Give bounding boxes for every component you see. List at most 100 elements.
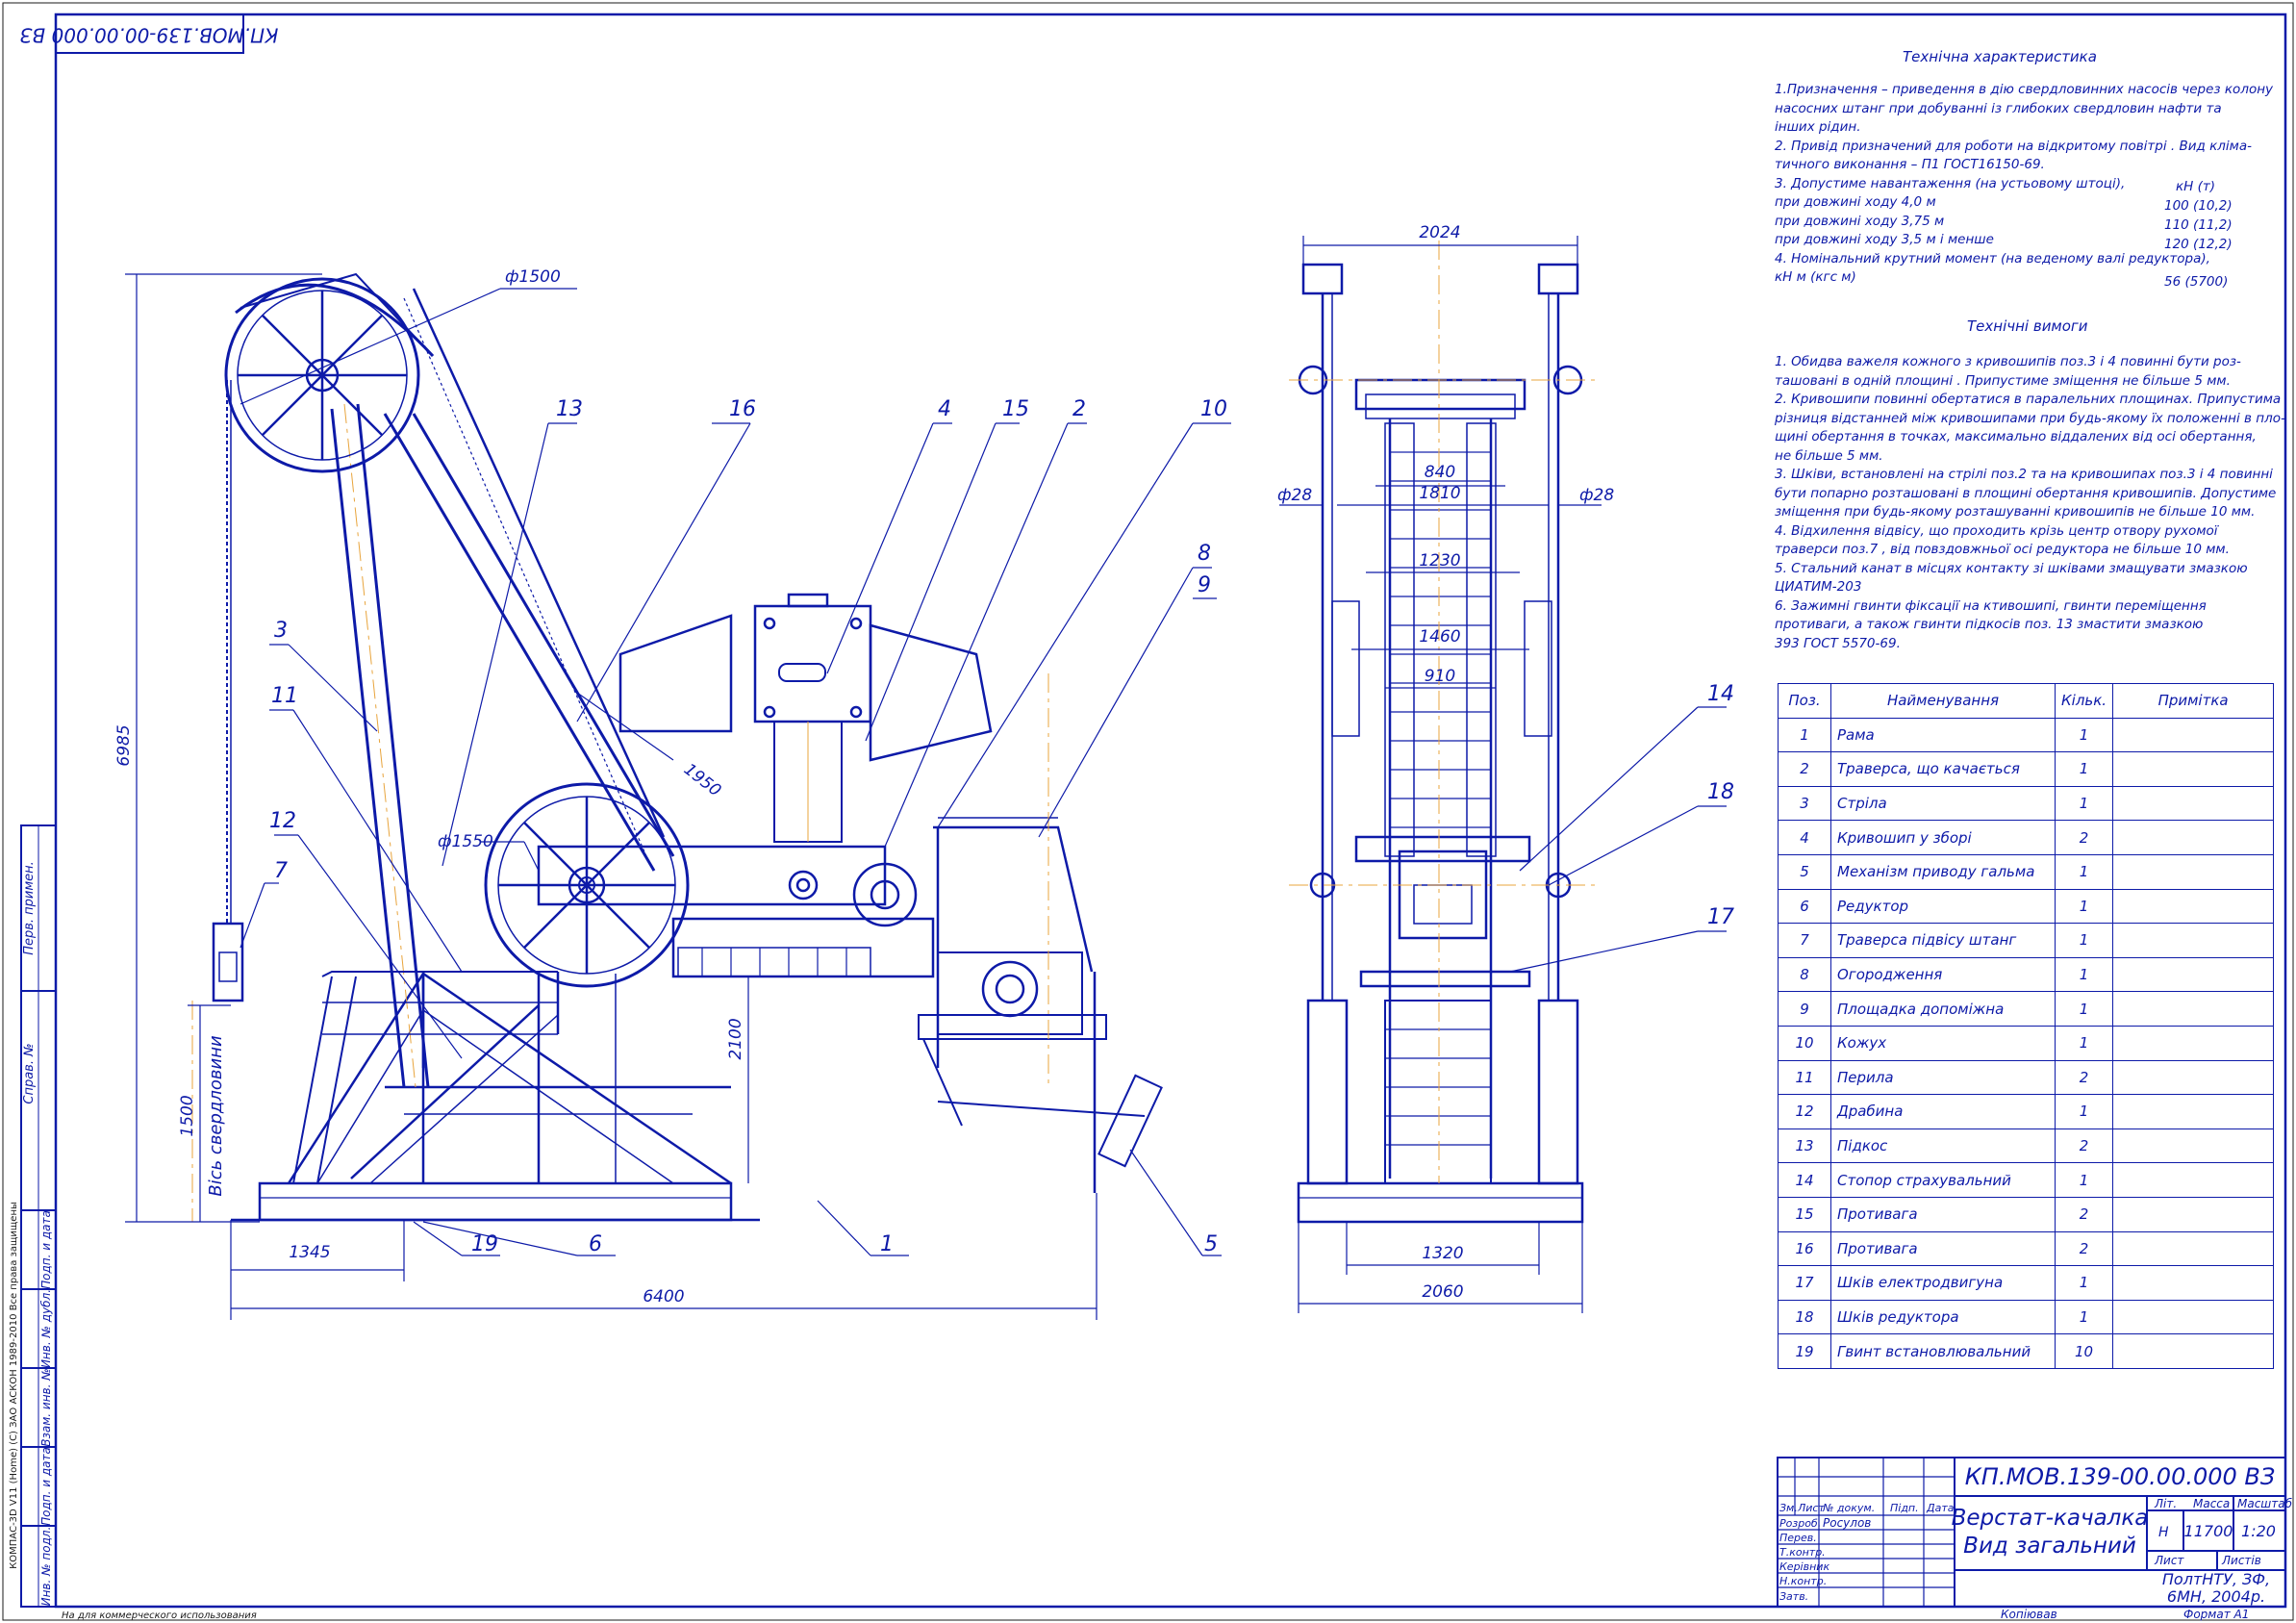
svg-text:17: 17 [1707, 905, 1734, 929]
svg-text:6400: 6400 [643, 1287, 684, 1306]
spec-cell-pos: 14 [1778, 1162, 1831, 1198]
spec-cell-note [2112, 820, 2275, 855]
table-row: 15 Противага 2 [1778, 1196, 2275, 1232]
table-row: 19 Гвинт встановлювальний 10 [1778, 1333, 2275, 1369]
spec-cell-pos: 16 [1778, 1230, 1831, 1267]
svg-text:1345: 1345 [289, 1243, 330, 1262]
svg-text:2060: 2060 [1422, 1282, 1463, 1302]
svg-text:Верстат-качалка: Верстат-качалка [1952, 1506, 2149, 1531]
tech-unit: кН (т) [2176, 179, 2215, 194]
spec-table: Поз. Найменування Кільк. Примітка 1 Рама 1… [1778, 683, 2275, 1369]
svg-text:Перв. примен.: Перв. примен. [22, 861, 37, 955]
table-row: 1 Рама 1 [1778, 717, 2275, 753]
svg-text:11: 11 [271, 684, 298, 708]
svg-text:КОМПАС-3D V11 (Home) (С) ЗАО А: КОМПАС-3D V11 (Home) (С) ЗАО АСКОН 1989-… [9, 1202, 19, 1569]
spec-cell-pos: 7 [1778, 923, 1831, 958]
svg-text:ф1550: ф1550 [438, 832, 493, 851]
svg-text:2100: 2100 [726, 1018, 745, 1059]
spec-cell-name: Гвинт встановлювальний [1830, 1333, 2056, 1369]
spec-cell-name: Шків редуктора [1830, 1299, 2056, 1335]
spec-cell-note [2112, 1162, 2275, 1198]
spec-cell-note [2112, 923, 2275, 958]
svg-text:Масштаб: Масштаб [2237, 1497, 2293, 1510]
tech-value: 100 (10,2) [2164, 198, 2233, 214]
spec-cell-note [2112, 1196, 2275, 1232]
svg-text:Затв.: Затв. [1779, 1590, 1808, 1603]
spec-cell-pos: 9 [1778, 991, 1831, 1027]
spec-cell-note [2112, 991, 2275, 1027]
spec-cell-name: Противага [1830, 1230, 2056, 1267]
spec-cell-qty: 1 [2054, 853, 2114, 890]
svg-text:Лист: Лист [1797, 1502, 1825, 1514]
svg-text:Справ. №: Справ. № [22, 1043, 37, 1103]
spec-cell-note [2112, 1128, 2275, 1164]
spec-cell-note [2112, 1025, 2275, 1061]
svg-text:11700: 11700 [2184, 1522, 2233, 1540]
svg-text:1810: 1810 [1419, 484, 1460, 503]
req-line: 1. Обидва важеля кожного з кривошипів по… [1775, 354, 2241, 369]
req-line: ташовані в одній площині . Припустиме зм… [1775, 372, 2231, 389]
svg-text:Росулов: Росулов [1823, 1516, 1871, 1530]
svg-text:КП.МОВ.139-00.00.000 ВЗ: КП.МОВ.139-00.00.000 ВЗ [1965, 1463, 2276, 1490]
svg-text:Формат А1: Формат А1 [2183, 1608, 2249, 1621]
spec-cell-name: Шків електродвигуна [1830, 1265, 2056, 1301]
spec-cell-name: Редуктор [1830, 888, 2056, 925]
svg-text:Взам. инв. №: Взам. инв. № [39, 1368, 53, 1446]
svg-text:13: 13 [556, 397, 583, 421]
table-row: 16 Противага 2 [1778, 1230, 2275, 1267]
spec-cell-pos: 8 [1778, 956, 1831, 993]
spec-cell-qty: 2 [2054, 1196, 2114, 1232]
table-row: 11 Перила 2 [1778, 1059, 2275, 1096]
svg-text:Копіював: Копіював [2001, 1608, 2057, 1621]
svg-text:19: 19 [471, 1232, 498, 1256]
spec-cell-qty: 10 [2054, 1333, 2114, 1369]
svg-text:ф28: ф28 [1277, 486, 1312, 505]
spec-cell-qty: 1 [2054, 1265, 2114, 1301]
callout-leaders [240, 422, 1231, 1256]
svg-text:16: 16 [729, 397, 756, 421]
spec-cell-pos: 17 [1778, 1265, 1831, 1301]
svg-text:Н: Н [2158, 1525, 2169, 1540]
svg-text:840: 840 [1425, 463, 1455, 482]
svg-text:8: 8 [1198, 542, 1211, 566]
table-row: 6 Редуктор 1 [1778, 888, 2275, 925]
table-row: 9 Площадка допоміжна 1 [1778, 991, 2275, 1027]
side-stamp-labels: Перв. примен. Справ. № Подп. и дата Инв.… [9, 861, 53, 1606]
spec-cell-pos: 10 [1778, 1025, 1831, 1061]
svg-text:1500: 1500 [178, 1095, 197, 1136]
tech-value: 56 (5700) [2164, 274, 2229, 290]
req-line: різниця відстанней між кривошипами при б… [1775, 410, 2285, 426]
footer-note: На для коммерческого использования [62, 1610, 257, 1621]
svg-text:Перев.: Перев. [1779, 1532, 1817, 1544]
svg-text:Літ.: Літ. [2154, 1497, 2177, 1510]
svg-text:Лист: Лист [2154, 1554, 2184, 1567]
svg-text:910: 910 [1425, 667, 1455, 686]
table-row: 12 Драбина 1 [1778, 1094, 2275, 1129]
spec-cell-name: Перила [1830, 1059, 2056, 1096]
tech-value: 120 (12,2) [2164, 237, 2233, 252]
spec-cell-note [2112, 751, 2275, 787]
table-row: 7 Траверса підвісу штанг 1 [1778, 923, 2275, 958]
table-row: 13 Підкос 2 [1778, 1128, 2275, 1164]
tech-line: насосних штанг при добуванні із глибоких… [1775, 100, 2222, 116]
spec-cell-qty: 1 [2054, 717, 2114, 753]
spec-cell-qty: 1 [2054, 1094, 2114, 1129]
spec-cell-note [2112, 1265, 2275, 1301]
title-block-text: КП.МОВ.139-00.00.000 ВЗ Верстат-качалка … [1779, 1463, 2293, 1621]
svg-text:№ докум.: № докум. [1822, 1502, 1875, 1514]
req-line: противаги, а також гвинти підкосів поз. … [1775, 617, 2204, 632]
spec-cell-pos: 5 [1778, 853, 1831, 890]
front-dimension-labels: 2024 840 1810 1230 1460 910 ф28 ф28 1320… [1277, 223, 1614, 1302]
svg-text:2024: 2024 [1419, 223, 1460, 242]
table-row: 18 Шків редуктора 1 [1778, 1299, 2275, 1335]
svg-text:1460: 1460 [1419, 627, 1460, 647]
table-row: 4 Кривошип у зборі 2 [1778, 820, 2275, 855]
spec-cell-note [2112, 888, 2275, 925]
spec-cell-name: Кожух [1830, 1025, 2056, 1061]
svg-text:Инв. № подл.: Инв. № подл. [39, 1527, 53, 1607]
table-row: 14 Стопор страхувальний 1 [1778, 1162, 2275, 1198]
spec-cell-qty: 1 [2054, 1025, 2114, 1061]
col-qty: Кільк. [2054, 683, 2114, 719]
spec-cell-note [2112, 1059, 2275, 1096]
spec-cell-name: Рама [1830, 717, 2056, 753]
